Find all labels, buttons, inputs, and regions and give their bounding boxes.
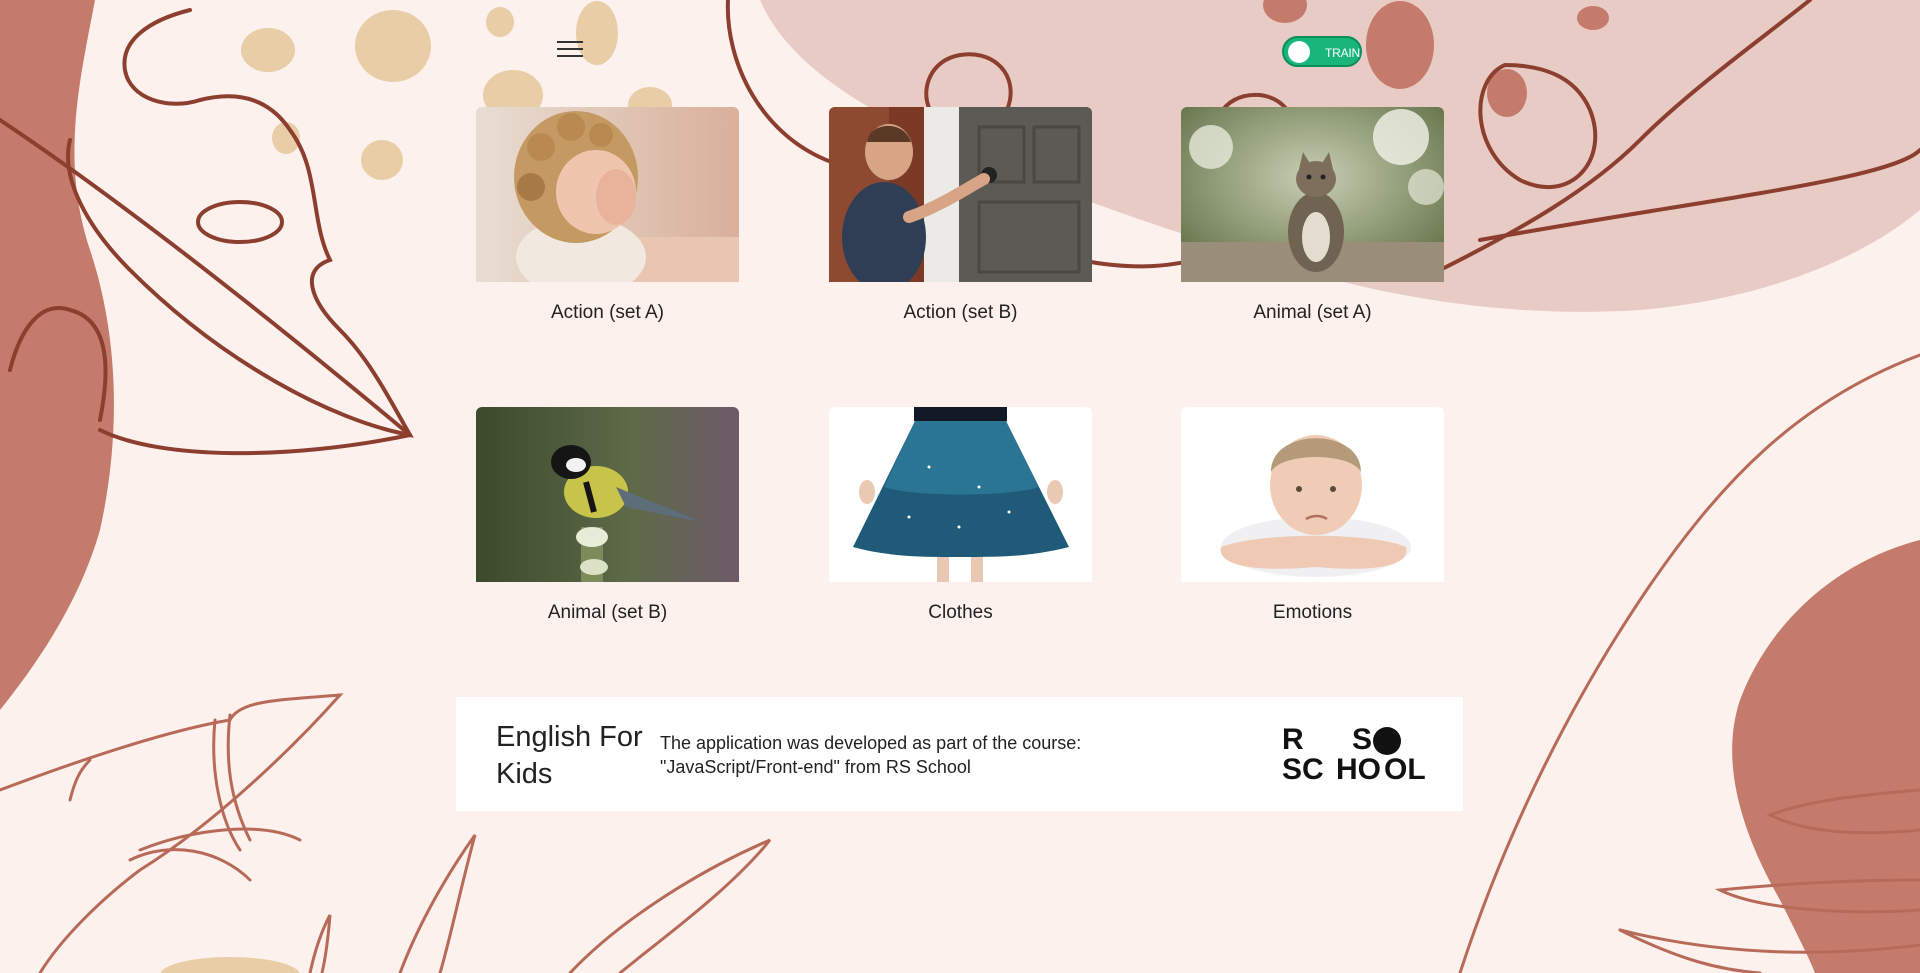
category-label: Animal (set A) xyxy=(1253,302,1372,323)
svg-text:S: S xyxy=(1352,723,1372,756)
course-description: The application was developed as part of… xyxy=(660,731,1180,779)
category-card-action-a[interactable]: Action (set A) xyxy=(476,107,739,324)
mode-toggle[interactable]: TRAIN xyxy=(1282,36,1362,67)
category-card-action-b[interactable]: Action (set B) xyxy=(829,107,1092,324)
svg-text:R: R xyxy=(1282,723,1304,756)
category-label: Action (set A) xyxy=(551,302,664,323)
sad-boy-photo xyxy=(1181,407,1444,582)
category-label: Action (set B) xyxy=(903,302,1018,323)
toggle-label: TRAIN xyxy=(1325,46,1361,60)
blue-skirt-photo xyxy=(829,407,1092,582)
hamburger-icon-bar xyxy=(557,41,583,43)
app-title: English For Kids xyxy=(496,721,643,790)
footer: English For Kids The application was dev… xyxy=(456,697,1463,811)
category-label: Emotions xyxy=(1272,602,1353,623)
category-card-animal-b[interactable]: Animal (set B) xyxy=(476,407,739,624)
menu-button[interactable] xyxy=(552,36,588,62)
description-line: "JavaScript/Front-end" from RS School xyxy=(660,757,971,777)
child-covering-eyes-photo xyxy=(476,107,739,282)
rs-school-logo[interactable]: R S SC HO OL xyxy=(1282,723,1430,785)
category-label: Animal (set B) xyxy=(547,602,668,623)
category-card-animal-a[interactable]: Animal (set A) xyxy=(1181,107,1444,324)
sitting-cat-photo xyxy=(1181,107,1444,282)
description-line: The application was developed as part of… xyxy=(660,733,1082,753)
svg-text:SC: SC xyxy=(1282,753,1324,785)
svg-text:OL: OL xyxy=(1384,753,1426,785)
boy-opening-door-photo xyxy=(829,107,1092,282)
hamburger-icon-bar xyxy=(557,55,583,57)
hamburger-icon-bar xyxy=(557,48,583,50)
category-label: Clothes xyxy=(928,602,993,623)
toggle-knob xyxy=(1288,41,1310,63)
category-card-clothes[interactable]: Clothes xyxy=(829,407,1092,624)
bird-on-branch-photo xyxy=(476,407,739,582)
category-card-emotions[interactable]: Emotions xyxy=(1181,407,1444,624)
svg-text:HO: HO xyxy=(1336,753,1381,785)
